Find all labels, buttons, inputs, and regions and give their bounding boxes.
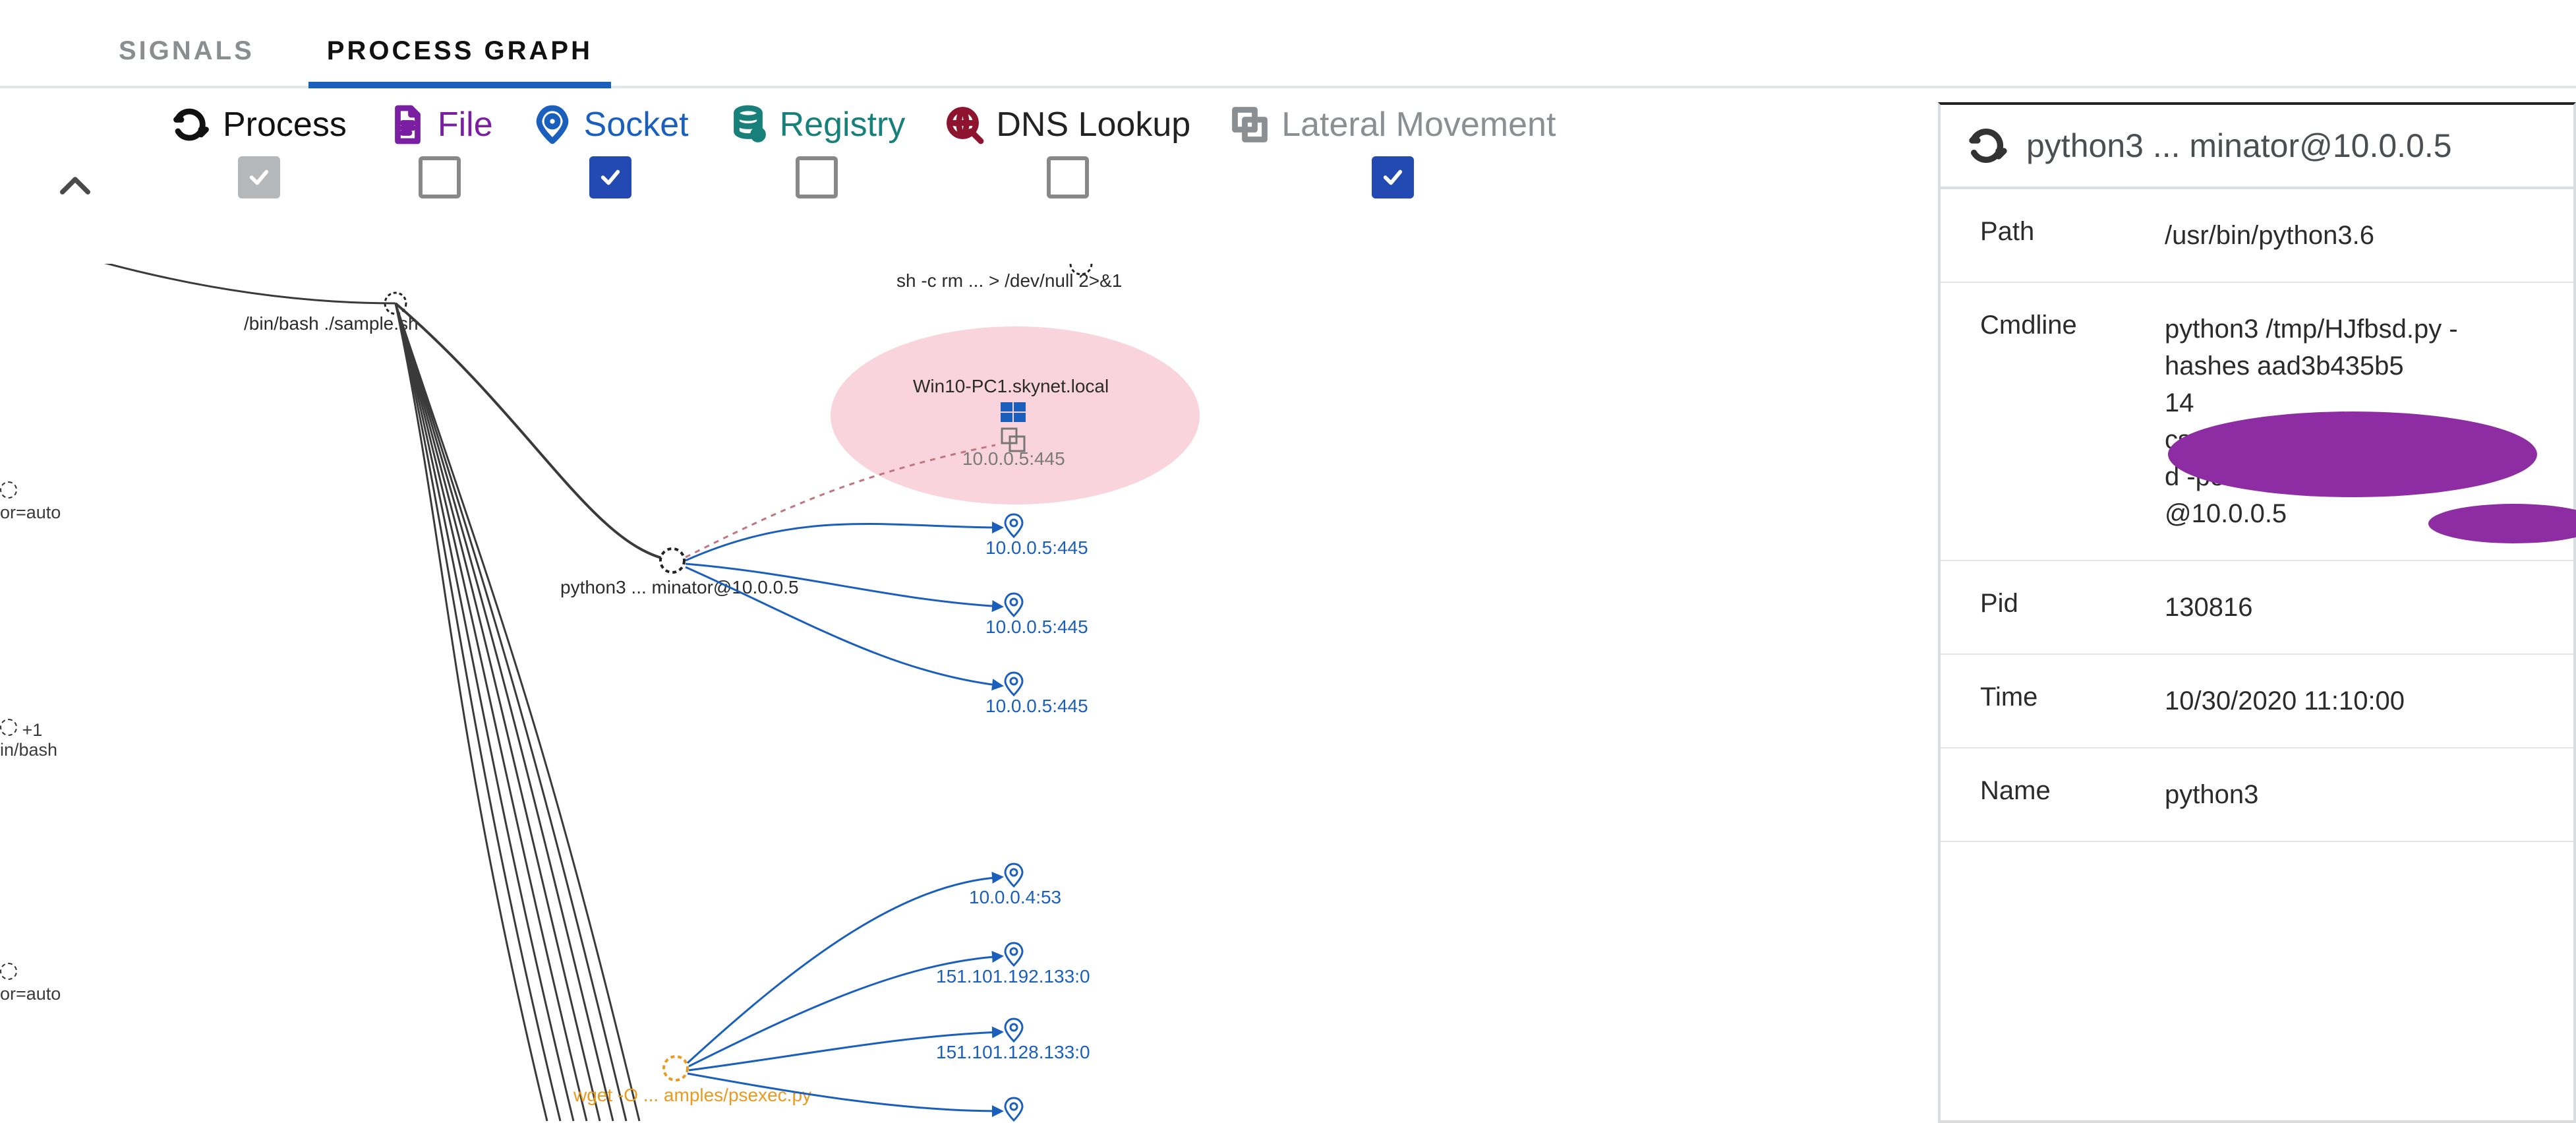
panel-header: python3 ... minator@10.0.0.5 — [1941, 105, 2573, 189]
svg-text:151.101.192.133:0: 151.101.192.133:0 — [936, 966, 1090, 986]
dns-icon: DNS — [945, 105, 984, 144]
svg-text:10.0.0.4:53: 10.0.0.4:53 — [969, 887, 1061, 907]
collapse-filters-button[interactable] — [56, 168, 94, 210]
process-icon — [171, 105, 211, 144]
graph-node-socket[interactable]: 151.101.192.133:0 — [936, 943, 1090, 986]
graph-node-socket[interactable]: 151.101.128.133:0 — [936, 1019, 1090, 1062]
filter-dns-checkbox[interactable] — [1047, 156, 1089, 198]
detail-key: Path — [1980, 217, 2138, 247]
filter-dns: DNS DNS Lookup — [945, 105, 1190, 198]
socket-icon — [533, 105, 572, 144]
process-icon — [1967, 125, 2009, 167]
detail-key: Name — [1980, 776, 2138, 806]
detail-value: python3 — [2165, 776, 2534, 813]
svg-text:/bin/bash ./sample.sh: /bin/bash ./sample.sh — [244, 313, 419, 334]
redaction-overlay — [2168, 411, 2537, 497]
svg-text:10.0.0.5:445: 10.0.0.5:445 — [985, 696, 1088, 716]
svg-text:10.0.0.5:445: 10.0.0.5:445 — [962, 448, 1065, 469]
filter-lateral-checkbox[interactable] — [1372, 156, 1414, 198]
detail-key: Pid — [1980, 589, 2138, 619]
filter-socket: Socket — [533, 105, 689, 198]
graph-node-socket[interactable]: 10.0.0.5:445 — [985, 593, 1088, 637]
lateral-icon — [1230, 105, 1270, 144]
filter-file: File — [386, 105, 493, 198]
svg-text:wget -O ... amples/psexec.py: wget -O ... amples/psexec.py — [573, 1085, 811, 1105]
svg-text:DNS: DNS — [954, 119, 971, 129]
detail-row-name: Name python3 — [1941, 748, 2573, 842]
svg-text:sh -c rm ... > /dev/null 2>&1: sh -c rm ... > /dev/null 2>&1 — [896, 270, 1122, 291]
file-icon — [386, 105, 426, 144]
filter-file-checkbox[interactable] — [419, 156, 461, 198]
graph-node-bash[interactable]: /bin/bash ./sample.sh — [244, 293, 419, 334]
filter-socket-checkbox[interactable] — [589, 156, 631, 198]
detail-row-path: Path /usr/bin/python3.6 — [1941, 189, 2573, 283]
svg-text:python3 ... minator@10.0.0.5: python3 ... minator@10.0.0.5 — [560, 577, 799, 597]
detail-value: 10/30/2020 11:10:00 — [2165, 683, 2534, 719]
filter-file-label: File — [438, 105, 493, 144]
detail-row-pid: Pid 130816 — [1941, 561, 2573, 655]
filter-process: Process — [171, 105, 347, 198]
details-panel: python3 ... minator@10.0.0.5 Path /usr/b… — [1938, 102, 2576, 1123]
filter-registry-checkbox[interactable] — [796, 156, 838, 198]
detail-key: Cmdline — [1980, 311, 2138, 340]
filter-lateral-label: Lateral Movement — [1281, 105, 1556, 144]
filter-registry-label: Registry — [780, 105, 906, 144]
graph-node-lateral[interactable]: Win10-PC1.skynet.local 10.0.0.5:445 — [831, 326, 1200, 504]
filter-process-checkbox[interactable] — [238, 156, 280, 198]
filter-socket-label: Socket — [584, 105, 689, 144]
tab-process-graph[interactable]: PROCESS GRAPH — [327, 36, 593, 86]
process-graph-canvas[interactable]: /bin/bash ./sample.sh sh -c rm ... > /de… — [0, 264, 1930, 1123]
filter-process-label: Process — [223, 105, 347, 144]
svg-text:10.0.0.5:445: 10.0.0.5:445 — [985, 617, 1088, 637]
panel-title: python3 ... minator@10.0.0.5 — [2026, 127, 2452, 165]
graph-node-socket[interactable]: 10.0.0.5:445 — [985, 673, 1088, 716]
detail-row-time: Time 10/30/2020 11:10:00 — [1941, 655, 2573, 748]
graph-node-sh[interactable]: sh -c rm ... > /dev/null 2>&1 — [896, 264, 1122, 291]
graph-node-socket[interactable]: 10.0.0.5:445 — [985, 514, 1088, 558]
view-tabs: SIGNALS PROCESS GRAPH — [0, 0, 2576, 88]
graph-node-socket[interactable]: 10.0.0.4:53 — [969, 864, 1061, 907]
detail-key: Time — [1980, 683, 2138, 712]
svg-text:10.0.0.5:445: 10.0.0.5:445 — [985, 537, 1088, 558]
svg-text:151.101.128.133:0: 151.101.128.133:0 — [936, 1042, 1090, 1062]
detail-value: 130816 — [2165, 589, 2534, 626]
detail-value: /usr/bin/python3.6 — [2165, 217, 2534, 254]
filter-registry: Registry — [728, 105, 906, 198]
filter-dns-label: DNS Lookup — [996, 105, 1190, 144]
svg-text:Win10-PC1.skynet.local: Win10-PC1.skynet.local — [913, 376, 1109, 396]
tab-signals[interactable]: SIGNALS — [119, 36, 254, 86]
registry-icon — [728, 105, 768, 144]
filter-lateral: Lateral Movement — [1230, 105, 1556, 198]
